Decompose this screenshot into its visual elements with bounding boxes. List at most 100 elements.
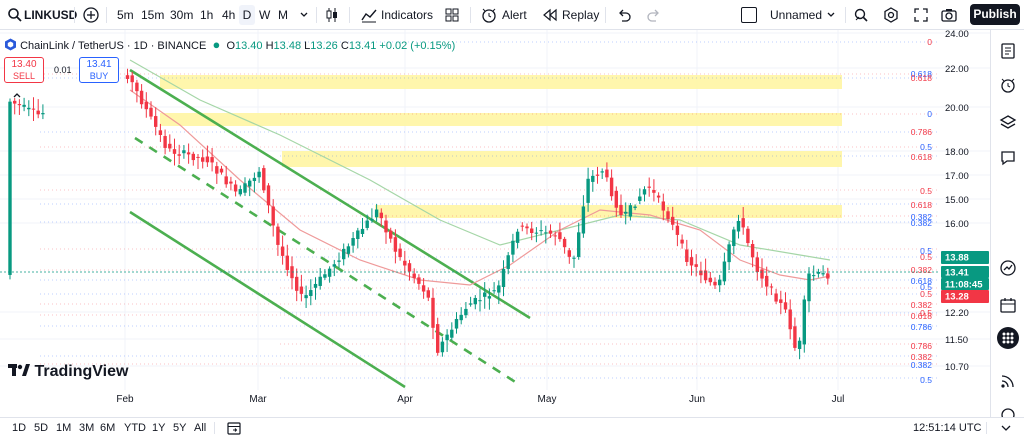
interval-30m[interactable]: 30m	[170, 0, 193, 30]
range-1d[interactable]: 1D	[12, 418, 26, 437]
candle-body	[595, 174, 600, 176]
candle-body	[788, 309, 792, 330]
chat-icon[interactable]	[999, 149, 1017, 167]
watchlist-icon[interactable]	[999, 42, 1017, 60]
candle-body	[483, 292, 487, 297]
indicators-icon[interactable]	[360, 6, 378, 24]
collapse-legend-icon[interactable]	[12, 88, 22, 98]
range-1m[interactable]: 1M	[56, 418, 71, 437]
range-1y[interactable]: 1Y	[152, 418, 165, 437]
interval-15m[interactable]: 15m	[141, 0, 164, 30]
candle-body	[219, 168, 224, 173]
range-all[interactable]: All	[194, 418, 206, 437]
candle-body	[323, 274, 327, 278]
price-tick-label: 17.00	[945, 171, 969, 182]
candle-body	[511, 240, 515, 255]
candle-body	[224, 176, 228, 185]
undo-icon[interactable]	[615, 6, 633, 24]
redo-icon[interactable]	[645, 6, 663, 24]
alarm-clock-icon[interactable]	[480, 6, 498, 24]
price-tick-label: 15.00	[945, 195, 969, 206]
candle-body	[614, 190, 618, 208]
apps-grid-icon[interactable]	[997, 327, 1019, 349]
indicators-button[interactable]: Indicators	[381, 0, 433, 30]
candle-body	[210, 157, 214, 163]
toolbar-divider	[74, 7, 75, 23]
candle-body	[562, 238, 567, 248]
interval-1h[interactable]: 1h	[200, 0, 213, 30]
chevron-down-icon[interactable]	[295, 6, 313, 24]
camera-icon[interactable]	[940, 6, 958, 24]
range-3m[interactable]: 3M	[79, 418, 94, 437]
sell-button[interactable]: 13.40 SELL	[4, 57, 44, 83]
interval-1d[interactable]: D	[239, 5, 255, 25]
layout-square-icon[interactable]	[741, 7, 757, 23]
candle-body	[454, 318, 459, 329]
low-value: 13.26	[310, 40, 338, 52]
open-value: 13.40	[235, 40, 263, 52]
range-6m[interactable]: 6M	[100, 418, 115, 437]
range-5y[interactable]: 5Y	[173, 418, 186, 437]
interval-5m[interactable]: 5m	[117, 0, 134, 30]
time-axis[interactable]: Feb Mar Apr May Jun Jul	[116, 394, 844, 405]
compare-symbol-icon[interactable]	[82, 6, 100, 24]
candle-body	[497, 285, 501, 293]
chevron-down-icon[interactable]	[992, 421, 1020, 435]
help-icon[interactable]	[999, 405, 1017, 422]
candle-body	[577, 232, 581, 257]
broadcast-icon[interactable]	[999, 372, 1017, 390]
time-tick-label: Mar	[249, 394, 267, 405]
alert-button[interactable]: Alert	[502, 0, 527, 30]
candle-body	[713, 281, 717, 286]
utc-clock[interactable]: 12:51:14 UTC	[913, 418, 981, 437]
replay-icon[interactable]	[541, 6, 559, 24]
price-chart[interactable]: 24.00 22.00 20.00 18.00 17.00 15.00 16.00 12.20…	[0, 30, 990, 417]
candle-body	[196, 156, 200, 158]
candle-body	[144, 101, 148, 110]
range-5d[interactable]: 5D	[34, 418, 48, 437]
candles-icon[interactable]	[323, 6, 341, 24]
layout-name-button[interactable]: Unnamed	[770, 0, 822, 30]
ideas-icon[interactable]	[999, 259, 1017, 277]
symbol-title[interactable]: ChainLink / TetherUS · 1D · BINANCE	[20, 40, 206, 52]
candle-body	[421, 285, 426, 292]
buy-button[interactable]: 13.41 BUY	[79, 57, 119, 83]
date-range-icon[interactable]	[226, 420, 242, 436]
settings-gear-icon[interactable]	[882, 6, 900, 24]
fib-level-label: 0.382	[911, 218, 933, 228]
range-ytd[interactable]: YTD	[124, 418, 146, 437]
quick-search-icon[interactable]	[852, 6, 870, 24]
candle-body	[553, 235, 557, 237]
candle-body	[407, 263, 412, 272]
top-toolbar: LINKUSD 5m 15m 30m 1h 4h D W M Indicator…	[0, 0, 1024, 30]
candle-body	[558, 232, 562, 240]
candle-body	[243, 183, 247, 193]
fib-level-label: 0	[927, 109, 932, 119]
candle-body	[135, 82, 139, 92]
interval-1w[interactable]: W	[259, 0, 270, 30]
candle-body	[351, 238, 355, 246]
layout-grid-icon[interactable]	[443, 6, 461, 24]
search-icon[interactable]	[6, 6, 24, 24]
symbol-search-button[interactable]: LINKUSD	[24, 0, 77, 30]
calendar-icon[interactable]	[999, 296, 1017, 314]
candle-body	[774, 293, 778, 302]
replay-button[interactable]: Replay	[562, 0, 599, 30]
chevron-down-icon[interactable]	[822, 6, 840, 24]
candle-body	[252, 177, 257, 182]
layers-icon[interactable]	[999, 113, 1017, 131]
price-axis[interactable]: 24.00 22.00 20.00 18.00 17.00 15.00 16.00 12.20…	[945, 30, 969, 373]
tradingview-logo-icon	[8, 364, 30, 376]
candle-body	[205, 156, 210, 163]
candle-body	[285, 255, 289, 270]
sell-price: 13.40	[11, 59, 37, 70]
interval-4h[interactable]: 4h	[222, 0, 235, 30]
alerts-clock-icon[interactable]	[999, 76, 1017, 94]
publish-button[interactable]: Publish	[970, 4, 1020, 25]
candle-body	[379, 212, 383, 219]
candle-body	[506, 255, 510, 269]
right-sidebar	[990, 30, 1024, 422]
fullscreen-icon[interactable]	[912, 6, 930, 24]
interval-1mo[interactable]: M	[278, 0, 288, 30]
fib-level-label: 0.618	[911, 311, 933, 321]
